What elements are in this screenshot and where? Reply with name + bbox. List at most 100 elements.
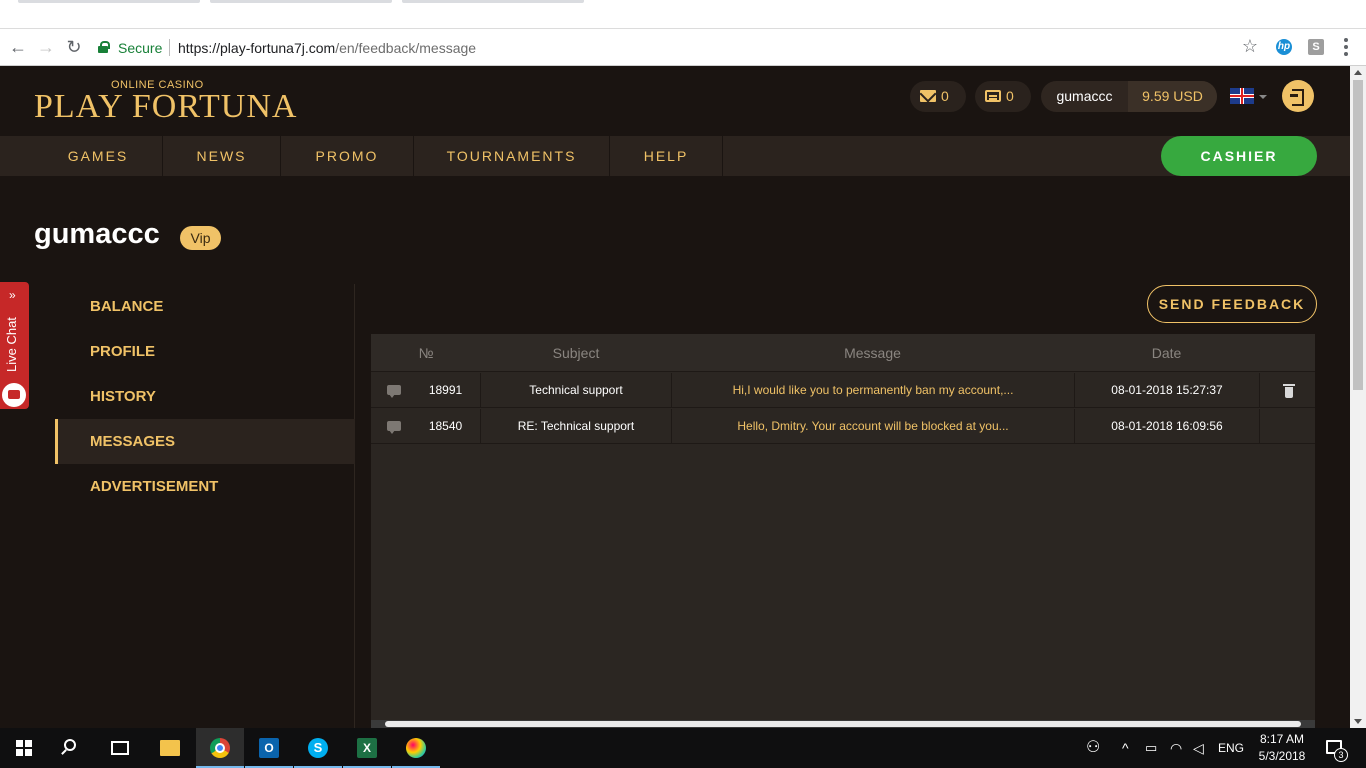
table-row[interactable]: 18540 RE: Technical support Hello, Dmitr… — [371, 409, 1315, 444]
forward-icon[interactable]: → — [36, 37, 56, 57]
browser-menu-icon[interactable] — [1344, 38, 1348, 56]
message-icon — [387, 421, 401, 434]
uk-flag-icon[interactable] — [1230, 88, 1254, 104]
cashier-button[interactable]: CASHIER — [1161, 136, 1317, 176]
sidebar-item-history[interactable]: HISTORY — [55, 374, 355, 419]
scroll-up-icon[interactable] — [1354, 70, 1362, 75]
search-button[interactable] — [48, 728, 96, 768]
language-indicator[interactable]: ENG — [1218, 728, 1244, 768]
message-icon — [387, 385, 401, 398]
address-bar[interactable]: Secure https://play-fortuna7j.com/en/fee… — [92, 34, 1268, 61]
extension-icon[interactable]: S — [1308, 39, 1324, 55]
windows-taskbar: O S X ⚇ ^ ▭ ◠ ◁ ENG 8:17 AM 5/3/2018 3 — [0, 728, 1366, 768]
scroll-down-icon[interactable] — [1354, 719, 1362, 724]
chat-bubble-icon — [2, 383, 26, 407]
battery-icon[interactable]: ▭ — [1145, 728, 1157, 768]
nav-games[interactable]: GAMES — [34, 136, 163, 176]
sidebar-item-messages[interactable]: MESSAGES — [55, 419, 355, 464]
message-id: 18540 — [411, 409, 481, 444]
chevron-down-icon[interactable] — [1259, 95, 1267, 99]
browser-tab[interactable] — [210, 0, 392, 3]
user-balance-box[interactable]: gumaccc 9.59 USD — [1041, 81, 1217, 112]
browser-tab[interactable] — [18, 0, 200, 3]
chrome-taskbar-button[interactable] — [196, 728, 244, 768]
wifi-icon[interactable]: ◠ — [1170, 728, 1182, 768]
outlook-icon: O — [259, 738, 279, 758]
bookmark-star-icon[interactable]: ☆ — [1242, 36, 1258, 57]
volume-icon[interactable]: ◁ — [1193, 728, 1204, 768]
paint-icon — [406, 738, 426, 758]
people-icon[interactable]: ⚇ — [1086, 728, 1100, 768]
url-text[interactable]: https://play-fortuna7j.com/en/feedback/m… — [178, 40, 476, 56]
live-chat-tab[interactable]: » Live Chat — [0, 282, 29, 409]
column-subject[interactable]: Subject — [481, 334, 671, 372]
mail-count: 0 — [941, 88, 949, 104]
back-icon[interactable]: ← — [8, 37, 28, 57]
skype-icon: S — [308, 738, 328, 758]
message-id: 18991 — [411, 373, 481, 408]
browser-tabstrip — [0, 0, 1366, 29]
scrollbar-thumb[interactable] — [1353, 80, 1363, 390]
paint-taskbar-button[interactable] — [392, 728, 440, 768]
account-sidebar: BALANCE PROFILE HISTORY MESSAGES ADVERTI… — [55, 284, 355, 728]
excel-taskbar-button[interactable]: X — [343, 728, 391, 768]
header-username[interactable]: gumaccc — [1041, 81, 1128, 112]
chat-count: 0 — [1006, 88, 1014, 104]
live-chat-label: Live Chat — [4, 317, 19, 372]
task-view-button[interactable] — [96, 728, 144, 768]
folder-icon — [160, 740, 180, 756]
taskbar-clock[interactable]: 8:17 AM 5/3/2018 — [1252, 731, 1312, 765]
browser-tab[interactable] — [402, 0, 584, 3]
scrollbar-thumb[interactable] — [385, 721, 1301, 727]
file-explorer-button[interactable] — [146, 728, 194, 768]
column-message[interactable]: Message — [671, 334, 1074, 372]
chevron-up-icon[interactable]: ^ — [1122, 728, 1129, 768]
header-balance[interactable]: 9.59 USD — [1128, 81, 1217, 112]
clock-time: 8:17 AM — [1259, 732, 1305, 746]
chrome-icon — [210, 738, 230, 758]
page-vertical-scrollbar[interactable] — [1350, 66, 1366, 728]
table-row[interactable]: 18991 Technical support Hi,I would like … — [371, 373, 1315, 408]
clock-date: 5/3/2018 — [1258, 749, 1306, 763]
notification-count: 3 — [1334, 748, 1348, 762]
lock-icon — [98, 41, 110, 53]
browser-toolbar: ← → ↻ Secure https://play-fortuna7j.com/… — [0, 29, 1366, 66]
logout-icon[interactable] — [1282, 80, 1314, 112]
start-button[interactable] — [0, 728, 48, 768]
url-path: /en/feedback/message — [335, 40, 477, 56]
secure-label: Secure — [118, 40, 163, 56]
mail-button[interactable]: 0 — [910, 81, 966, 112]
nav-news[interactable]: NEWS — [163, 136, 281, 176]
column-date[interactable]: Date — [1074, 334, 1259, 372]
sidebar-item-advertisement[interactable]: ADVERTISEMENT — [55, 464, 355, 509]
skype-taskbar-button[interactable]: S — [294, 728, 342, 768]
site-header: ONLINE CASINO PLAY FORTUNA 0 0 gumaccc 9… — [0, 66, 1350, 136]
reload-icon[interactable]: ↻ — [64, 37, 84, 57]
vip-badge: Vip — [180, 226, 221, 250]
message-preview[interactable]: Hello, Dmitry. Your account will be bloc… — [672, 409, 1075, 444]
nav-help[interactable]: HELP — [610, 136, 723, 176]
page: ONLINE CASINO PLAY FORTUNA 0 0 gumaccc 9… — [0, 66, 1350, 728]
column-number[interactable]: № — [391, 334, 461, 372]
search-icon — [64, 739, 76, 751]
message-subject[interactable]: Technical support — [481, 373, 672, 408]
trash-icon[interactable] — [1283, 384, 1295, 398]
sidebar-item-balance[interactable]: BALANCE — [55, 284, 355, 329]
message-subject[interactable]: RE: Technical support — [481, 409, 672, 444]
site-logo[interactable]: PLAY FORTUNA — [34, 88, 297, 126]
message-date: 08-01-2018 15:27:37 — [1075, 373, 1260, 408]
send-feedback-button[interactable]: SEND FEEDBACK — [1147, 285, 1317, 323]
table-header: № Subject Message Date — [371, 334, 1315, 372]
chat-button[interactable]: 0 — [975, 81, 1031, 112]
task-view-icon — [111, 741, 129, 755]
message-preview[interactable]: Hi,I would like you to permanently ban m… — [672, 373, 1075, 408]
mail-icon — [920, 90, 936, 102]
hp-extension-icon[interactable]: hp — [1276, 39, 1292, 55]
nav-promo[interactable]: PROMO — [281, 136, 414, 176]
profile-username: gumaccc — [34, 218, 160, 250]
nav-tournaments[interactable]: TOURNAMENTS — [414, 136, 610, 176]
chat-icon — [985, 90, 1001, 102]
outlook-taskbar-button[interactable]: O — [245, 728, 293, 768]
sidebar-item-profile[interactable]: PROFILE — [55, 329, 355, 374]
table-horizontal-scrollbar[interactable] — [371, 720, 1315, 728]
